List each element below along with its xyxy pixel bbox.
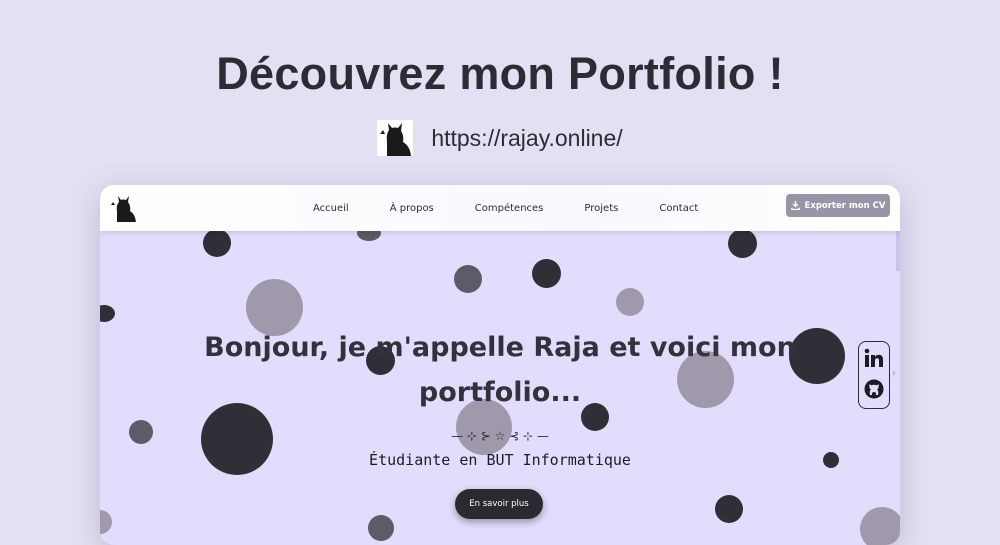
decor-dot [860,507,900,545]
learn-more-label: En savoir plus [469,499,529,509]
decor-dot [203,229,231,257]
decor-dot [715,495,743,523]
site-url[interactable]: https://rajay.online/ [431,125,622,152]
scrollbar[interactable] [896,231,900,271]
decor-dot [100,305,115,322]
website-preview: Accueil À propos Compétences Projets Con… [100,185,900,545]
chevron-right-icon[interactable]: › [892,368,896,379]
nav-link-projets[interactable]: Projets [584,203,618,214]
github-icon[interactable] [864,379,884,399]
page-title: Découvrez mon Portfolio ! [216,48,784,99]
hero-divider: — ⊹ ⊱ ☆ ⊰ ⊹ — [451,429,549,443]
site-navbar: Accueil À propos Compétences Projets Con… [100,185,900,231]
decor-dot [368,515,394,541]
decor-dot [616,288,644,316]
decor-dot [100,510,112,534]
linkedin-icon[interactable] [864,348,884,368]
cat-logo-icon[interactable] [110,194,136,222]
decor-dot [728,229,757,258]
nav-link-accueil[interactable]: Accueil [313,203,349,214]
site-info: https://rajay.online/ [0,120,1000,156]
download-icon [790,201,800,210]
export-cv-label: Exporter mon CV [804,200,886,211]
learn-more-button[interactable]: En savoir plus [455,489,543,519]
decor-dot [532,259,561,288]
export-cv-button[interactable]: Exporter mon CV [786,194,890,217]
hero-title: Bonjour, je m'appelle Raja et voici mon … [204,332,796,408]
cat-logo [377,120,414,156]
nav-link-competences[interactable]: Compétences [475,203,544,214]
cat-silhouette-icon [380,123,412,156]
social-links [858,341,890,409]
hero-subtitle: Étudiante en BUT Informatique [369,451,631,469]
nav-link-contact[interactable]: Contact [659,203,698,214]
decor-dot [454,265,482,293]
nav-links: Accueil À propos Compétences Projets Con… [313,185,739,231]
nav-link-a-propos[interactable]: À propos [390,203,434,214]
